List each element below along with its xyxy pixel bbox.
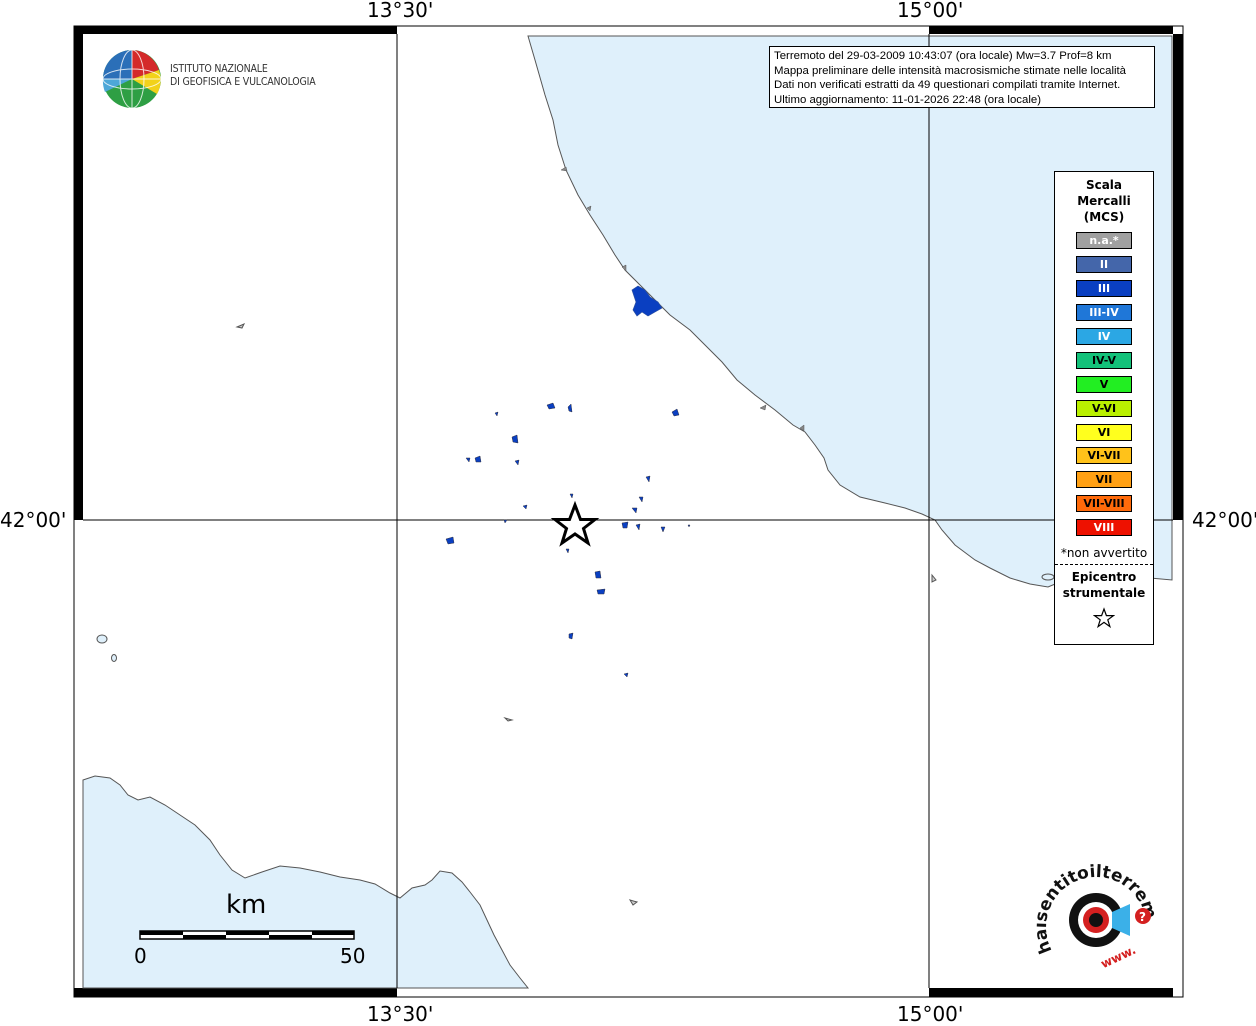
longitude-label-bottom-2: 15°00' (897, 1002, 964, 1026)
legend-item: VI (1055, 420, 1153, 444)
latitude-label-right: 42°00' (1192, 508, 1256, 532)
event-info-line-2: Mappa preliminare delle intensità macros… (774, 64, 1127, 77)
legend-item: II (1055, 253, 1153, 277)
scale-bar: km 0 50 (130, 890, 370, 980)
legend-item: n.a.* (1055, 229, 1153, 253)
legend-item: V (1055, 372, 1153, 396)
event-info-box: Terremoto del 29-03-2009 10:43:07 (ora l… (769, 46, 1155, 108)
legend-swatch: n.a.* (1076, 232, 1132, 250)
legend-swatch: VII-VIII (1076, 495, 1132, 513)
lake-shape (96, 634, 108, 644)
legend-swatch: V (1076, 375, 1132, 393)
institute-line-2: DI GEOFISICA E VULCANOLOGIA (170, 76, 316, 88)
institute-name: ISTITUTO NAZIONALE DI GEOFISICA E VULCAN… (170, 63, 316, 89)
latitude-label-left: 42°00' (0, 508, 67, 532)
institute-line-1: ISTITUTO NAZIONALE (170, 63, 268, 75)
legend-item: VI-VII (1055, 444, 1153, 468)
event-info-line-4: Ultimo aggiornamento: 11-01-2026 22:48 (… (774, 93, 1041, 106)
legend-items: n.a.* II III III-IV IV IV-V V V-VI VI VI-VII VII VI… (1055, 229, 1153, 540)
legend-note: *non avvertito (1060, 545, 1148, 560)
legend-epicenter-line-2: strumentale (1062, 585, 1146, 600)
legend-swatch: II (1076, 256, 1132, 274)
legend-swatch: V-VI (1076, 399, 1132, 417)
legend-item: V-VI (1055, 396, 1153, 420)
event-info-line-1: Terremoto del 29-03-2009 10:43:07 (ora l… (774, 50, 1112, 62)
legend-title: Scala Mercalli (MCS) (1055, 177, 1153, 225)
lake-shape (1041, 573, 1055, 581)
legend-star-row (1055, 606, 1153, 629)
longitude-label-top-2: 15°00' (897, 0, 964, 22)
legend-item: III (1055, 277, 1153, 301)
scale-unit: km (226, 890, 267, 920)
legend-title-line-3: (MCS) (1083, 210, 1125, 224)
legend-swatch: IV-V (1076, 351, 1132, 369)
svg-text:?: ? (1139, 910, 1146, 924)
longitude-label-top-1: 13°30' (367, 0, 434, 22)
scale-bar-graphic (139, 930, 355, 940)
small-island (628, 899, 639, 906)
legend-item: VII-VIII (1055, 492, 1153, 516)
legend-epicenter-label: Epicentro strumentale (1055, 569, 1153, 601)
lake-shape (111, 654, 117, 662)
legend-swatch: VII (1076, 471, 1132, 489)
legend-item: IV (1055, 325, 1153, 349)
legend-swatch: III-IV (1076, 304, 1132, 322)
mcs-legend: Scala Mercalli (MCS) n.a.* II III III-IV IV I… (1054, 171, 1154, 645)
legend-divider (1055, 563, 1153, 565)
legend-item: VII (1055, 468, 1153, 492)
scale-min-label: 0 (134, 944, 147, 968)
small-island (235, 323, 246, 329)
legend-item: III-IV (1055, 301, 1153, 325)
legend-item: VIII (1055, 516, 1153, 540)
legend-swatch: IV (1076, 328, 1132, 345)
legend-star-icon (1093, 606, 1115, 628)
small-island (503, 716, 514, 722)
legend-swatch: III (1076, 280, 1132, 298)
legend-swatch: VI-VII (1076, 447, 1132, 465)
legend-swatch: VIII (1076, 519, 1132, 537)
legend-epicenter-line-1: Epicentro (1071, 569, 1137, 584)
legend-title-line-2: Mercalli (1077, 194, 1131, 208)
event-info-line-3: Dati non verificati estratti da 49 quest… (774, 79, 1121, 92)
small-island (931, 573, 937, 583)
legend-item: IV-V (1055, 348, 1153, 372)
longitude-label-bottom-1: 13°30' (367, 1002, 434, 1026)
brand-www-text: www. (1099, 943, 1139, 971)
haisentito-logo: haisentitoilterremoto.it ? www. (1036, 858, 1161, 971)
scale-max-label: 50 (340, 944, 366, 968)
legend-swatch: VI (1076, 423, 1132, 441)
legend-title-line-1: Scala (1085, 178, 1123, 192)
epicenter-star-icon (550, 500, 600, 547)
